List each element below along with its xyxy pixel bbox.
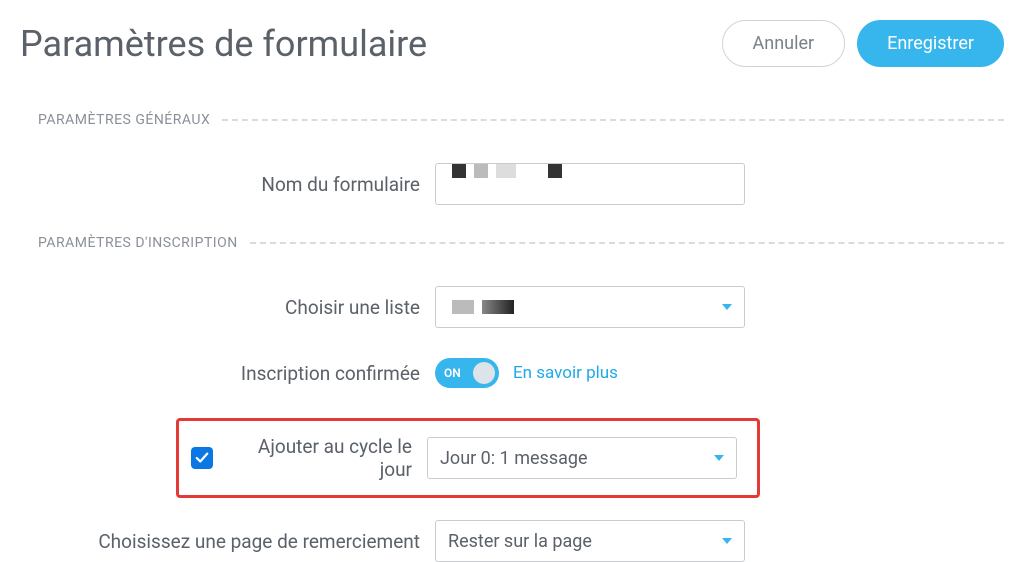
label-confirmed: Inscription confirmée — [40, 362, 435, 385]
redacted-value — [448, 164, 732, 178]
row-thankyou: Choisissez une page de remerciement Rest… — [20, 520, 1004, 562]
label-add-to-cycle-wrap: Ajouter au cycle le jour — [191, 435, 427, 481]
row-choose-list: Choisir une liste — [20, 286, 1004, 328]
page-title: Paramètres de formulaire — [20, 23, 427, 65]
cycle-day-value: Jour 0: 1 message — [440, 448, 588, 469]
divider — [222, 119, 1004, 121]
learn-more-link[interactable]: En savoir plus — [513, 363, 618, 383]
confirmed-toggle[interactable]: ON — [435, 358, 499, 388]
label-add-to-cycle: Ajouter au cycle le jour — [223, 435, 412, 481]
label-form-name: Nom du formulaire — [40, 173, 435, 196]
section-header-inscription: PARAMÈTRES D'INSCRIPTION — [38, 235, 1004, 251]
section-label-inscription: PARAMÈTRES D'INSCRIPTION — [38, 235, 238, 251]
row-form-name: Nom du formulaire — [20, 163, 1004, 205]
toggle-on-label: ON — [444, 366, 461, 380]
header-actions: Annuler Enregistrer — [722, 20, 1004, 67]
check-icon — [195, 451, 209, 465]
save-button[interactable]: Enregistrer — [857, 20, 1004, 67]
chevron-down-icon — [714, 455, 724, 461]
cycle-day-select[interactable]: Jour 0: 1 message — [427, 437, 737, 479]
row-confirmed: Inscription confirmée ON En savoir plus — [20, 358, 1004, 388]
cancel-button[interactable]: Annuler — [722, 20, 846, 67]
label-choose-list: Choisir une liste — [40, 296, 435, 319]
section-label-general: PARAMÈTRES GÉNÉRAUX — [38, 112, 210, 128]
add-to-cycle-checkbox[interactable] — [191, 447, 213, 469]
redacted-value — [448, 300, 518, 314]
thankyou-value: Rester sur la page — [448, 531, 592, 552]
chevron-down-icon — [722, 538, 732, 544]
row-add-to-cycle-highlighted: Ajouter au cycle le jour Jour 0: 1 messa… — [176, 418, 760, 498]
section-header-general: PARAMÈTRES GÉNÉRAUX — [38, 112, 1004, 128]
thankyou-select[interactable]: Rester sur la page — [435, 520, 745, 562]
toggle-knob — [473, 362, 495, 384]
chevron-down-icon — [722, 304, 732, 310]
divider — [250, 242, 1004, 244]
choose-list-select[interactable] — [435, 286, 745, 328]
label-thankyou: Choisissez une page de remerciement — [40, 530, 435, 553]
form-name-input[interactable] — [435, 163, 745, 205]
